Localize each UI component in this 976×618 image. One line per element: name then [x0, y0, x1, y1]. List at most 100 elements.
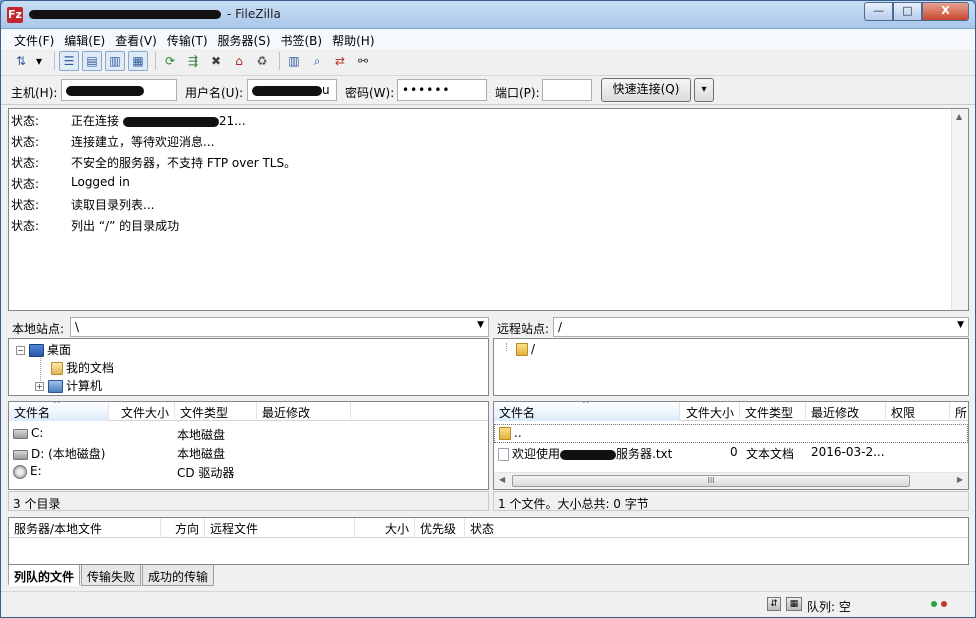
toggle-queue-icon[interactable]: ▦: [128, 51, 148, 71]
local-file-list[interactable]: ^ 文件名 文件大小 文件类型 最近修改 C: 本地磁盘 D: (本地磁盘) 本地…: [8, 401, 489, 490]
file-row[interactable]: C: 本地磁盘: [9, 424, 488, 443]
log-message: Logged in: [71, 175, 130, 189]
column-filesize[interactable]: 文件大小: [109, 402, 175, 421]
log-label: 状态:: [11, 156, 40, 170]
remote-status: 1 个文件。大小总共: 0 字节: [493, 491, 969, 511]
username-input[interactable]: u: [247, 79, 337, 101]
minimize-button[interactable]: —: [864, 2, 893, 21]
tree-item-desktop[interactable]: − 桌面: [16, 341, 71, 358]
collapse-icon[interactable]: −: [16, 346, 25, 355]
column-size[interactable]: 大小: [355, 518, 415, 537]
local-site-label: 本地站点:: [12, 322, 65, 336]
log-message: 正在连接 21...: [71, 114, 246, 128]
toggle-local-tree-icon[interactable]: ▤: [82, 51, 102, 71]
remote-path-combobox[interactable]: / ▼: [553, 317, 969, 337]
tree-item-computer[interactable]: + 计算机: [35, 377, 102, 394]
expand-icon[interactable]: +: [35, 382, 44, 391]
column-permissions[interactable]: 权限: [886, 402, 950, 421]
cancel-icon[interactable]: ✖: [206, 51, 226, 71]
search-icon[interactable]: ⚯: [353, 51, 373, 71]
file-row-parent[interactable]: ..: [494, 424, 968, 443]
column-server-local-file[interactable]: 服务器/本地文件: [9, 518, 161, 537]
sync-browse-icon[interactable]: ⇄: [330, 51, 350, 71]
column-filetype[interactable]: 文件类型: [175, 402, 257, 421]
file-row[interactable]: E: CD 驱动器: [9, 462, 488, 481]
binary-mode-icon[interactable]: ▦: [786, 597, 802, 611]
tab-successful-transfers[interactable]: 成功的传输: [142, 565, 215, 586]
process-queue-icon[interactable]: ⇶: [183, 51, 203, 71]
tab-queued-files[interactable]: 列队的文件: [8, 565, 81, 586]
host-input[interactable]: [61, 79, 177, 101]
menu-edit[interactable]: 编辑(E): [59, 30, 110, 49]
tab-failed-transfers[interactable]: 传输失败: [81, 565, 142, 586]
transfer-queue[interactable]: 服务器/本地文件 方向 远程文件 大小 优先级 状态: [8, 517, 969, 565]
message-log[interactable]: 状态: 正在连接 21... 状态: 连接建立，等待欢迎消息... 状态: 不安…: [8, 108, 969, 311]
quickconnect-history-dropdown[interactable]: ▾: [694, 78, 714, 102]
local-path-combobox[interactable]: \ ▼: [70, 317, 489, 337]
column-filetype[interactable]: 文件类型: [740, 402, 806, 421]
column-status[interactable]: 状态: [465, 518, 565, 537]
window-controls: — □ X: [864, 2, 969, 21]
port-label: 端口(P):: [495, 86, 540, 100]
log-scrollbar[interactable]: ▲: [951, 109, 968, 310]
file-row[interactable]: 欢迎使用 服务器.txt 0 文本文档 2016-03-2...: [494, 443, 968, 462]
chevron-down-icon[interactable]: ▼: [957, 320, 964, 330]
column-priority[interactable]: 优先级: [415, 518, 465, 537]
documents-folder-icon: [51, 362, 63, 375]
remote-file-list[interactable]: ^ 文件名 文件大小 文件类型 最近修改 权限 所 .. 欢迎使用 服务器.txt …: [493, 401, 969, 490]
remote-list-hscrollbar[interactable]: ◀ III ▶: [494, 472, 968, 489]
cd-drive-icon: [13, 464, 27, 479]
filter-icon[interactable]: ▥: [284, 51, 304, 71]
menu-view[interactable]: 查看(V): [110, 30, 162, 49]
menu-help[interactable]: 帮助(H): [327, 30, 379, 49]
column-direction[interactable]: 方向: [161, 518, 205, 537]
scroll-left-icon[interactable]: ◀: [499, 475, 505, 484]
tree-item-root[interactable]: /: [516, 342, 535, 356]
host-redacted: [66, 85, 144, 96]
log-label: 状态:: [11, 135, 40, 149]
toggle-log-icon[interactable]: ☰: [59, 51, 79, 71]
column-owner[interactable]: 所: [950, 402, 968, 421]
column-modified[interactable]: 最近修改: [806, 402, 886, 421]
tree-connector: [506, 343, 507, 351]
password-input[interactable]: ••••••: [397, 79, 487, 101]
column-remote-file[interactable]: 远程文件: [205, 518, 355, 537]
scroll-thumb[interactable]: III: [512, 475, 910, 487]
column-filename[interactable]: ^ 文件名: [9, 402, 109, 421]
menu-bookmarks[interactable]: 书签(B): [276, 30, 328, 49]
close-button[interactable]: X: [922, 2, 969, 21]
chevron-down-icon[interactable]: ▼: [477, 320, 484, 330]
menu-file[interactable]: 文件(F): [9, 30, 59, 49]
disconnect-icon[interactable]: ⌂: [229, 51, 249, 71]
site-manager-icon[interactable]: ⇅: [11, 51, 31, 71]
column-modified[interactable]: 最近修改: [257, 402, 351, 421]
quickconnect-button[interactable]: 快速连接(Q): [601, 78, 691, 102]
log-label: 状态:: [11, 198, 40, 212]
password-label: 密码(W):: [345, 86, 395, 100]
maximize-button[interactable]: □: [893, 2, 922, 21]
file-row[interactable]: D: (本地磁盘) 本地磁盘: [9, 443, 488, 462]
remote-directory-tree[interactable]: /: [493, 338, 969, 396]
column-filesize[interactable]: 文件大小: [680, 402, 740, 421]
filter-status-icon[interactable]: ⇵: [767, 597, 781, 611]
refresh-icon[interactable]: ⟳: [160, 51, 180, 71]
menu-transfer[interactable]: 传输(T): [162, 30, 213, 49]
tree-item-documents[interactable]: 我的文档: [51, 359, 114, 376]
title-bar[interactable]: Fz - FileZilla — □ X: [1, 1, 975, 29]
scroll-up-icon[interactable]: ▲: [956, 112, 962, 121]
log-message: 读取目录列表...: [71, 198, 155, 212]
filezilla-logo-icon: Fz: [7, 7, 23, 23]
compare-icon[interactable]: ⌕: [307, 51, 327, 71]
column-filename[interactable]: ^ 文件名: [494, 402, 680, 421]
toggle-remote-tree-icon[interactable]: ▥: [105, 51, 125, 71]
port-input[interactable]: [542, 79, 592, 101]
local-status: 3 个目录: [8, 491, 489, 511]
dropdown-arrow-icon[interactable]: ▾: [34, 51, 44, 71]
reconnect-icon[interactable]: ♻: [252, 51, 272, 71]
scroll-right-icon[interactable]: ▶: [957, 475, 963, 484]
log-label: 状态:: [11, 219, 40, 233]
menu-server[interactable]: 服务器(S): [213, 30, 276, 49]
local-directory-tree[interactable]: − 桌面 我的文档 + 计算机: [8, 338, 489, 396]
sort-ascending-icon: ^: [53, 402, 61, 410]
receive-activity-indicator-icon: [941, 601, 947, 607]
